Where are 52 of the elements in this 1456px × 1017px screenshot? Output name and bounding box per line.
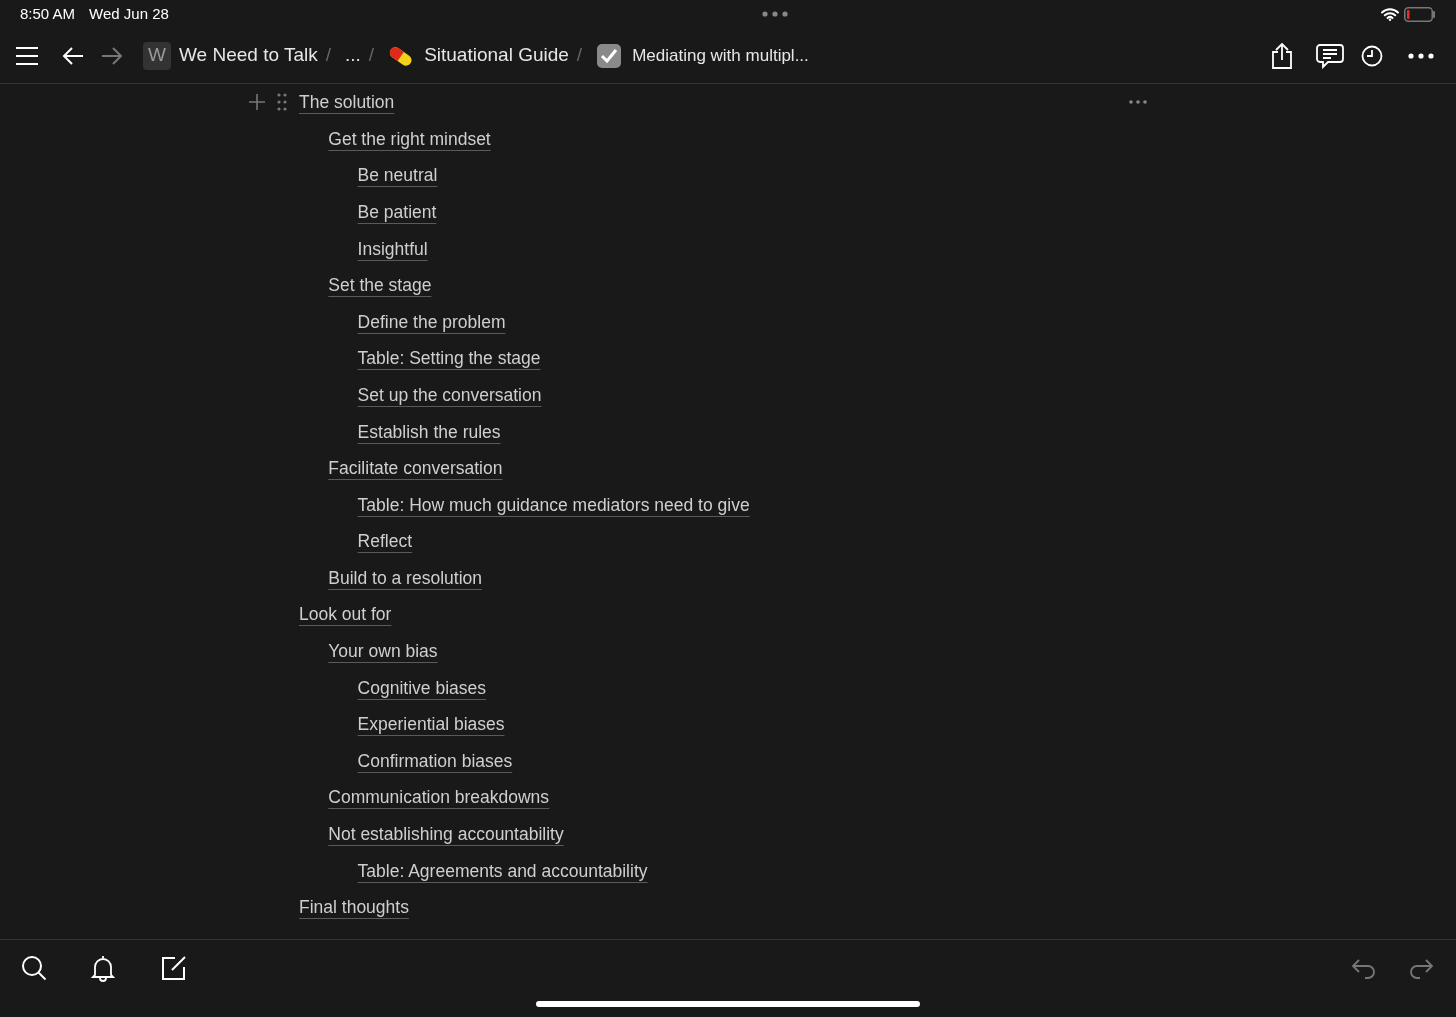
- block-options-icon[interactable]: [1129, 100, 1147, 105]
- outline-link[interactable]: Communication breakdowns: [328, 784, 550, 811]
- status-time: 8:50 AM: [20, 3, 76, 24]
- outline-link[interactable]: Be neutral: [357, 162, 438, 189]
- outline-link[interactable]: Set up the conversation: [357, 381, 542, 409]
- redo-icon[interactable]: [1408, 956, 1434, 980]
- menu-icon[interactable]: [15, 45, 39, 66]
- back-arrow-icon[interactable]: [62, 45, 84, 66]
- outline-link[interactable]: Not establishing accountability: [328, 821, 564, 848]
- breadcrumb-separator: /: [576, 43, 583, 68]
- checkbox-icon: [596, 42, 623, 69]
- forward-arrow-icon[interactable]: [101, 45, 123, 66]
- outline-link[interactable]: Table: Agreements and accountability: [357, 857, 648, 884]
- undo-icon[interactable]: [1351, 956, 1377, 980]
- status-date: Wed Jun 28: [89, 3, 169, 24]
- wifi-icon: [1381, 7, 1399, 21]
- outline-link[interactable]: Table: Setting the stage: [357, 345, 541, 372]
- outline-link[interactable]: Experiential biases: [357, 711, 505, 738]
- outline-link[interactable]: Get the right mindset: [328, 125, 491, 152]
- outline-link[interactable]: Facilitate conversation: [328, 455, 503, 482]
- outline-link[interactable]: Reflect: [357, 528, 413, 555]
- breadcrumb-separator: /: [368, 43, 375, 68]
- outline-link[interactable]: Cognitive biases: [357, 674, 486, 701]
- outline-link[interactable]: Final thoughts: [299, 894, 409, 921]
- breadcrumb-link[interactable]: Situational Guide: [424, 41, 569, 70]
- outline-link[interactable]: Look out for: [299, 601, 392, 628]
- outline-link[interactable]: Confirmation biases: [357, 747, 513, 775]
- breadcrumb-separator: /: [325, 43, 331, 68]
- multitasking-dots-icon[interactable]: [761, 11, 788, 17]
- outline-link[interactable]: The solution: [299, 89, 395, 116]
- breadcrumb-link[interactable]: ...: [345, 41, 361, 70]
- outline-link[interactable]: Build to a resolution: [328, 564, 482, 592]
- outline-link[interactable]: Be patient: [357, 198, 437, 226]
- outline-link[interactable]: Insightful: [357, 235, 428, 262]
- comment-icon[interactable]: [1316, 42, 1344, 69]
- add-block-icon[interactable]: [248, 93, 266, 112]
- outline-link[interactable]: Set the stage: [328, 272, 432, 299]
- bell-icon[interactable]: [91, 954, 115, 982]
- outline-link[interactable]: Your own bias: [328, 638, 438, 665]
- outline-link[interactable]: Table: How much guidance mediators need to give: [357, 491, 750, 518]
- battery-icon: [1404, 6, 1436, 22]
- workspace-icon: W: [143, 41, 171, 70]
- share-icon[interactable]: [1270, 41, 1294, 70]
- drag-handle-icon[interactable]: [277, 93, 287, 112]
- search-icon[interactable]: [21, 955, 47, 981]
- more-options-icon[interactable]: [1408, 52, 1434, 59]
- breadcrumb-link[interactable]: We Need to Talk: [179, 41, 318, 70]
- clock-icon[interactable]: [1361, 44, 1383, 67]
- breadcrumb-link[interactable]: Mediating with multipl...: [632, 42, 809, 69]
- outline-link[interactable]: Define the problem: [357, 308, 506, 335]
- outline-link[interactable]: Establish the rules: [357, 418, 501, 445]
- compose-icon[interactable]: [160, 954, 188, 982]
